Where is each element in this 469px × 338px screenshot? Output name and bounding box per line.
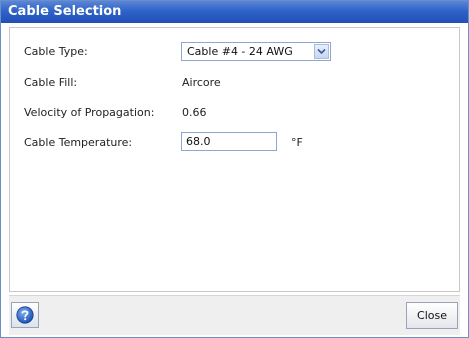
temperature-unit: °F bbox=[291, 136, 303, 149]
cable-fill-label: Cable Fill: bbox=[24, 76, 78, 89]
cable-selection-dialog: Cable Selection Cable Type: Cable #4 - 2… bbox=[0, 0, 469, 338]
chevron-down-icon bbox=[317, 48, 326, 55]
question-mark-circle-icon bbox=[16, 306, 34, 324]
velocity-value: 0.66 bbox=[182, 106, 207, 119]
help-button[interactable] bbox=[11, 302, 39, 328]
cable-temperature-input[interactable] bbox=[181, 132, 277, 151]
dropdown-arrow-button[interactable] bbox=[314, 44, 329, 59]
cable-temperature-label: Cable Temperature: bbox=[24, 136, 133, 149]
close-button[interactable]: Close bbox=[406, 302, 458, 329]
dialog-footer: Close bbox=[9, 295, 460, 335]
dialog-title: Cable Selection bbox=[1, 1, 468, 23]
content-panel: Cable Type: Cable #4 - 24 AWG Cable Fill… bbox=[9, 27, 460, 292]
cable-type-selected-value: Cable #4 - 24 AWG bbox=[187, 45, 293, 58]
cable-type-dropdown[interactable]: Cable #4 - 24 AWG bbox=[181, 42, 331, 61]
velocity-label: Velocity of Propagation: bbox=[24, 106, 155, 119]
cable-type-label: Cable Type: bbox=[24, 45, 88, 58]
cable-fill-value: Aircore bbox=[182, 76, 221, 89]
